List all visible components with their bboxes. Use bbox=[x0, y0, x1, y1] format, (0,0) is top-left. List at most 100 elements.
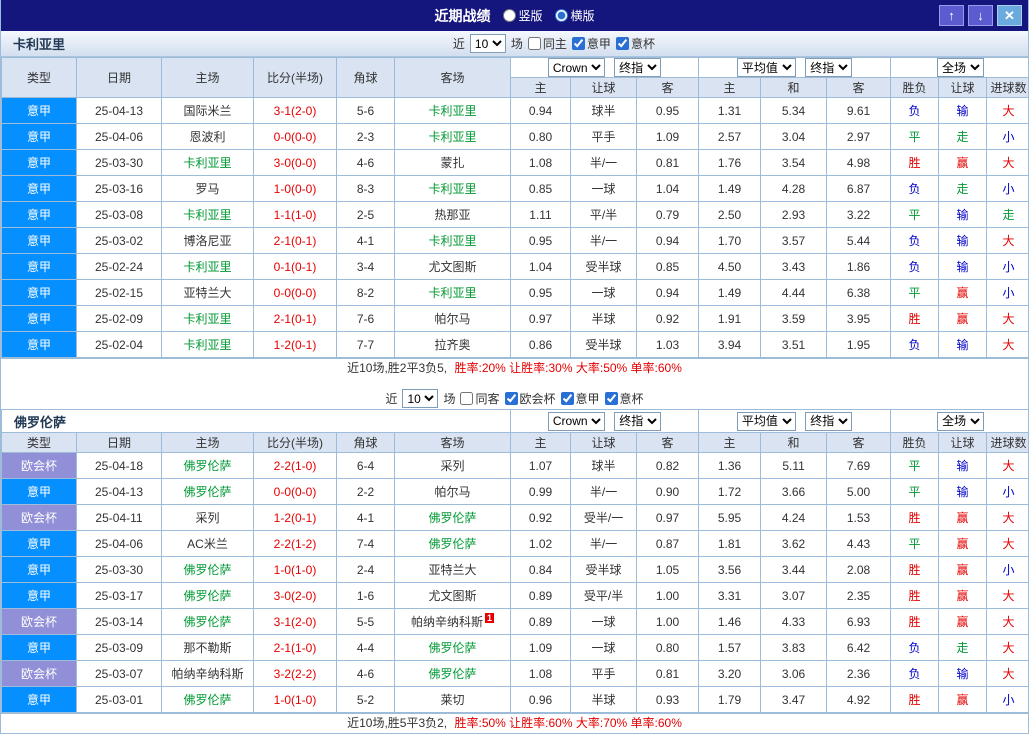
crown-home-odds: 0.89 bbox=[510, 608, 572, 635]
league-type-badge: 欧会杯 bbox=[1, 504, 77, 531]
score-halftime: 1-0(1-0) bbox=[253, 686, 337, 713]
scope-select[interactable]: 全场 bbox=[937, 58, 985, 77]
filter-checkbox-input[interactable] bbox=[504, 392, 518, 405]
avg-away-odds: 3.22 bbox=[826, 201, 892, 228]
average-odds-select[interactable]: 平均值 bbox=[736, 58, 796, 77]
crown-home-odds: 1.04 bbox=[510, 253, 571, 280]
col-type: 类型 bbox=[1, 432, 77, 453]
horizontal-layout-radio-input[interactable] bbox=[554, 9, 568, 22]
scroll-up-button[interactable]: ↑ bbox=[939, 5, 964, 26]
home-team: 卡利亚里 bbox=[161, 305, 254, 332]
avg-home-odds: 1.72 bbox=[698, 478, 762, 505]
odds-source-select[interactable]: Crown bbox=[547, 58, 605, 77]
filter-checkbox-group: 同主 意甲 意杯 bbox=[527, 35, 655, 52]
games-label: 场 bbox=[510, 37, 523, 51]
score-halftime: 1-0(0-0) bbox=[253, 175, 337, 202]
col-goals: 进球数 bbox=[986, 77, 1028, 98]
result-goals: 小 bbox=[986, 686, 1028, 713]
final-index-select-2[interactable]: 终指 bbox=[805, 411, 853, 431]
average-odds-controls: 平均值 终指 bbox=[698, 409, 892, 433]
corners: 4-1 bbox=[336, 504, 395, 531]
home-team: 卡利亚里 bbox=[161, 253, 254, 280]
home-team: 博洛尼亚 bbox=[161, 227, 254, 254]
filter-checkbox-label: 意杯 bbox=[630, 37, 655, 51]
avg-away-odds: 5.44 bbox=[826, 227, 892, 254]
close-button[interactable]: ✕ bbox=[997, 5, 1022, 26]
result-goals: 大 bbox=[986, 530, 1028, 557]
away-team: 卡利亚里 bbox=[394, 227, 511, 254]
league-type-badge: 意甲 bbox=[1, 97, 77, 124]
away-team: 蒙扎 bbox=[394, 149, 511, 176]
league-type-badge: 意甲 bbox=[1, 634, 77, 661]
match-date: 25-04-13 bbox=[76, 478, 162, 505]
away-team: 卡利亚里 bbox=[394, 123, 511, 150]
match-date: 25-02-15 bbox=[76, 279, 162, 306]
crown-handicap: 受半球 bbox=[570, 253, 637, 280]
filter-checkbox-input[interactable] bbox=[604, 392, 618, 405]
match-row: 意甲 25-03-30 卡利亚里 3-0(0-0) 4-6 蒙扎 1.08 半/一 0.81 1.… bbox=[1, 149, 1028, 176]
col-date: 日期 bbox=[76, 432, 162, 453]
league-type-badge: 意甲 bbox=[1, 149, 77, 176]
corners: 7-4 bbox=[336, 530, 395, 557]
result-handicap: 输 bbox=[938, 201, 988, 228]
crown-handicap: 半球 bbox=[570, 686, 638, 713]
away-team: 佛罗伦萨 bbox=[393, 504, 512, 531]
col-goals: 进球数 bbox=[986, 432, 1028, 453]
filter-checkbox-input[interactable] bbox=[615, 37, 629, 50]
filter-checkbox[interactable]: 意甲 bbox=[560, 390, 600, 407]
away-team: 帕尔马 bbox=[394, 305, 511, 332]
crown-away-odds: 0.94 bbox=[635, 279, 700, 306]
filter-checkbox[interactable]: 意杯 bbox=[604, 390, 644, 407]
scope-select[interactable]: 全场 bbox=[937, 411, 985, 431]
crown-home-odds: 1.11 bbox=[510, 201, 571, 228]
filter-checkbox[interactable]: 同主 bbox=[527, 35, 567, 52]
filter-checkbox[interactable]: 欧会杯 bbox=[504, 390, 556, 407]
home-team: 国际米兰 bbox=[161, 97, 254, 124]
final-index-select[interactable]: 终指 bbox=[614, 58, 662, 77]
league-type-badge: 意甲 bbox=[1, 582, 77, 609]
result-handicap: 赢 bbox=[938, 608, 988, 635]
league-type-badge: 意甲 bbox=[1, 530, 77, 557]
home-team: 佛罗伦萨 bbox=[161, 608, 254, 635]
away-team: 卡利亚里 bbox=[394, 175, 511, 202]
final-index-select[interactable]: 终指 bbox=[614, 411, 662, 431]
average-odds-select[interactable]: 平均值 bbox=[736, 411, 796, 431]
recent-count-select[interactable]: 10 bbox=[469, 34, 506, 53]
away-team: 热那亚 bbox=[394, 201, 511, 228]
match-date: 25-04-18 bbox=[76, 452, 162, 479]
team-name: 卡利亚里 bbox=[13, 37, 66, 52]
col-avg-draw: 和 bbox=[760, 432, 828, 453]
col-handicap-result: 让球 bbox=[938, 77, 988, 98]
filter-checkbox-input[interactable] bbox=[560, 392, 574, 405]
filter-checkbox[interactable]: 意杯 bbox=[615, 35, 655, 52]
league-type-badge: 意甲 bbox=[1, 478, 77, 505]
col-avg-home: 主 bbox=[698, 77, 762, 98]
filter-checkbox-input[interactable] bbox=[571, 37, 585, 50]
crown-away-odds: 0.93 bbox=[636, 686, 700, 713]
match-date: 25-03-08 bbox=[76, 201, 162, 228]
avg-draw-odds: 3.62 bbox=[760, 530, 828, 557]
final-index-select-2[interactable]: 终指 bbox=[805, 58, 853, 77]
filter-checkbox[interactable]: 同客 bbox=[460, 390, 500, 407]
section-divider bbox=[1, 378, 1028, 388]
match-row: 意甲 25-03-30 佛罗伦萨 1-0(1-0) 2-4 亚特兰大 0.84 受半球 1.05… bbox=[1, 556, 1028, 583]
home-team: 亚特兰大 bbox=[161, 279, 254, 306]
league-type-badge: 欧会杯 bbox=[1, 452, 77, 479]
scroll-down-button[interactable]: ↓ bbox=[968, 5, 993, 26]
filter-checkbox-input[interactable] bbox=[527, 37, 541, 50]
avg-away-odds: 1.95 bbox=[826, 331, 892, 358]
odds-source-select[interactable]: Crown bbox=[547, 411, 605, 431]
filter-checkbox-input[interactable] bbox=[460, 392, 474, 405]
away-team: 采列 bbox=[393, 452, 512, 479]
crown-handicap: 半/一 bbox=[570, 149, 637, 176]
match-date: 25-02-24 bbox=[76, 253, 162, 280]
filters: 近 10 场 同主 意甲 意杯 bbox=[453, 34, 655, 53]
match-row: 意甲 25-03-16 罗马 1-0(0-0) 8-3 卡利亚里 0.85 一球 1.04 1.4… bbox=[1, 175, 1028, 202]
recent-count-select[interactable]: 10 bbox=[402, 389, 439, 408]
score-halftime: 2-1(1-0) bbox=[253, 634, 337, 661]
vertical-layout-radio[interactable]: 竖版 bbox=[502, 7, 543, 24]
vertical-layout-radio-input[interactable] bbox=[502, 9, 516, 22]
horizontal-layout-radio[interactable]: 横版 bbox=[554, 7, 595, 24]
filter-checkbox[interactable]: 意甲 bbox=[571, 35, 611, 52]
avg-away-odds: 2.97 bbox=[826, 123, 892, 150]
